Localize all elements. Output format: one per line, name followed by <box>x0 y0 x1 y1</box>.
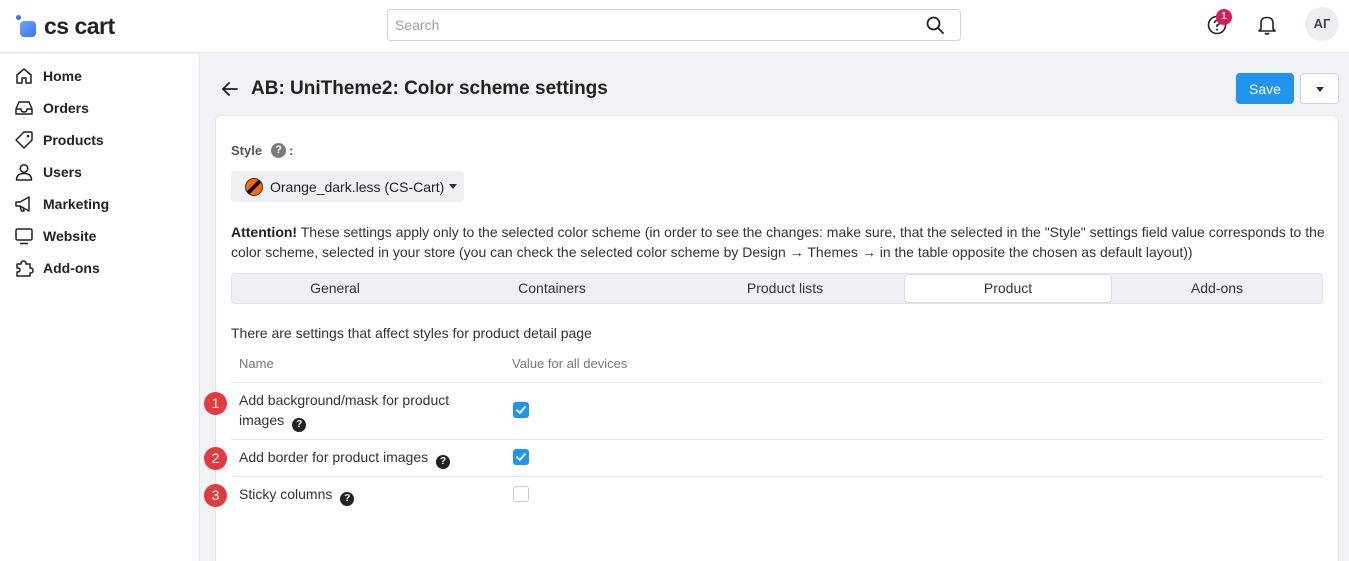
tabs-bar: General Containers Product lists Product… <box>231 273 1323 304</box>
search-box <box>387 9 961 41</box>
help-icon[interactable]: ? <box>271 143 287 158</box>
setting-label-text: Sticky columns <box>239 486 333 502</box>
setting-label-line1: Add background/mask for product <box>239 392 450 408</box>
attention-notice: Attention! These settings apply only to … <box>231 222 1326 262</box>
attention-text: These settings apply only to the selecte… <box>231 224 1325 260</box>
sidebar-item-label: Website <box>43 228 97 244</box>
back-arrow-icon[interactable] <box>221 80 239 98</box>
style-label-colon: : <box>289 143 294 158</box>
sidebar-item-add-ons[interactable]: Add-ons <box>14 256 100 280</box>
sidebar-item-label: Products <box>43 132 104 148</box>
setting-label: Sticky columns? <box>239 484 355 506</box>
chevron-down-icon <box>449 184 458 189</box>
monitor-icon <box>15 228 33 245</box>
search-icon[interactable] <box>926 16 944 34</box>
save-button[interactable]: Save <box>1236 73 1294 104</box>
puzzle-icon <box>16 260 34 277</box>
help-icon[interactable]: ? <box>292 418 307 432</box>
sidebar-item-orders[interactable]: Orders <box>14 96 89 120</box>
color-scheme-swatch-icon <box>245 177 263 196</box>
tab-product-lists[interactable]: Product lists <box>682 274 888 303</box>
sidebar-item-label: Orders <box>43 100 89 116</box>
tab-containers[interactable]: Containers <box>447 274 657 303</box>
attention-bold: Attention! <box>231 224 298 240</box>
style-dropdown[interactable]: Orange_dark.less (CS-Cart) <box>231 171 464 202</box>
help-icon[interactable]: ? <box>340 492 355 506</box>
chevron-down-icon <box>1316 87 1324 92</box>
top-bar: cs cart 1 АГ <box>0 0 1349 53</box>
search-input[interactable] <box>388 10 908 40</box>
checkmark-icon <box>516 453 526 461</box>
sidebar-item-website[interactable]: Website <box>14 224 96 248</box>
background-mask-checkbox[interactable] <box>513 402 529 418</box>
logo-text: cs cart <box>44 13 115 39</box>
column-header-value: Value for all devices <box>512 356 628 371</box>
checkmark-icon <box>516 406 526 414</box>
step-marker: 3 <box>204 484 227 507</box>
sidebar-item-users[interactable]: Users <box>14 160 82 184</box>
sidebar-item-label: Users <box>43 164 82 180</box>
setting-label: Add background/mask for product images? <box>239 390 449 432</box>
page-title: AB: UniTheme2: Color scheme settings <box>251 78 608 99</box>
notification-badge: 1 <box>1216 9 1232 25</box>
tab-general[interactable]: General <box>232 274 438 303</box>
style-selected-value: Orange_dark.less (CS-Cart) <box>270 178 445 195</box>
inbox-icon <box>15 101 33 115</box>
column-header-name: Name <box>239 356 274 371</box>
help-icon[interactable]: ? <box>436 455 451 469</box>
step-marker: 1 <box>204 392 227 415</box>
style-field-label: Style ? : <box>231 143 293 158</box>
user-icon <box>15 163 33 181</box>
sidebar-item-label: Home <box>43 68 82 84</box>
setting-label-line2: images <box>239 412 285 428</box>
more-actions-button[interactable] <box>1300 73 1339 104</box>
sidebar-item-home[interactable]: Home <box>14 64 82 88</box>
setting-label-text: Add border for product images <box>239 449 429 465</box>
tab-product[interactable]: Product <box>904 274 1112 303</box>
tag-icon <box>15 131 33 149</box>
sidebar-item-label: Add-ons <box>43 260 100 276</box>
sidebar-item-label: Marketing <box>43 196 110 212</box>
logo[interactable]: cs cart <box>16 13 115 39</box>
border-images-checkbox[interactable] <box>513 449 529 465</box>
sidebar-item-products[interactable]: Products <box>14 128 104 152</box>
sidebar-item-marketing[interactable]: Marketing <box>14 192 109 216</box>
style-label-text: Style <box>231 143 263 158</box>
row-divider <box>231 476 1323 477</box>
megaphone-icon <box>15 196 30 212</box>
setting-label: Add border for product images? <box>239 447 451 469</box>
step-marker: 2 <box>204 447 227 470</box>
logo-mark-icon <box>16 15 38 37</box>
row-divider <box>231 382 1323 383</box>
tab-add-ons[interactable]: Add-ons <box>1112 274 1322 303</box>
sticky-columns-checkbox[interactable] <box>513 486 529 502</box>
sidebar: Home Orders Products Users Marketing Web… <box>0 54 200 561</box>
bell-icon[interactable] <box>1257 14 1277 36</box>
row-divider <box>231 439 1323 440</box>
home-icon <box>16 68 32 84</box>
avatar[interactable]: АГ <box>1305 7 1339 41</box>
settings-description: There are settings that affect styles fo… <box>231 325 592 341</box>
